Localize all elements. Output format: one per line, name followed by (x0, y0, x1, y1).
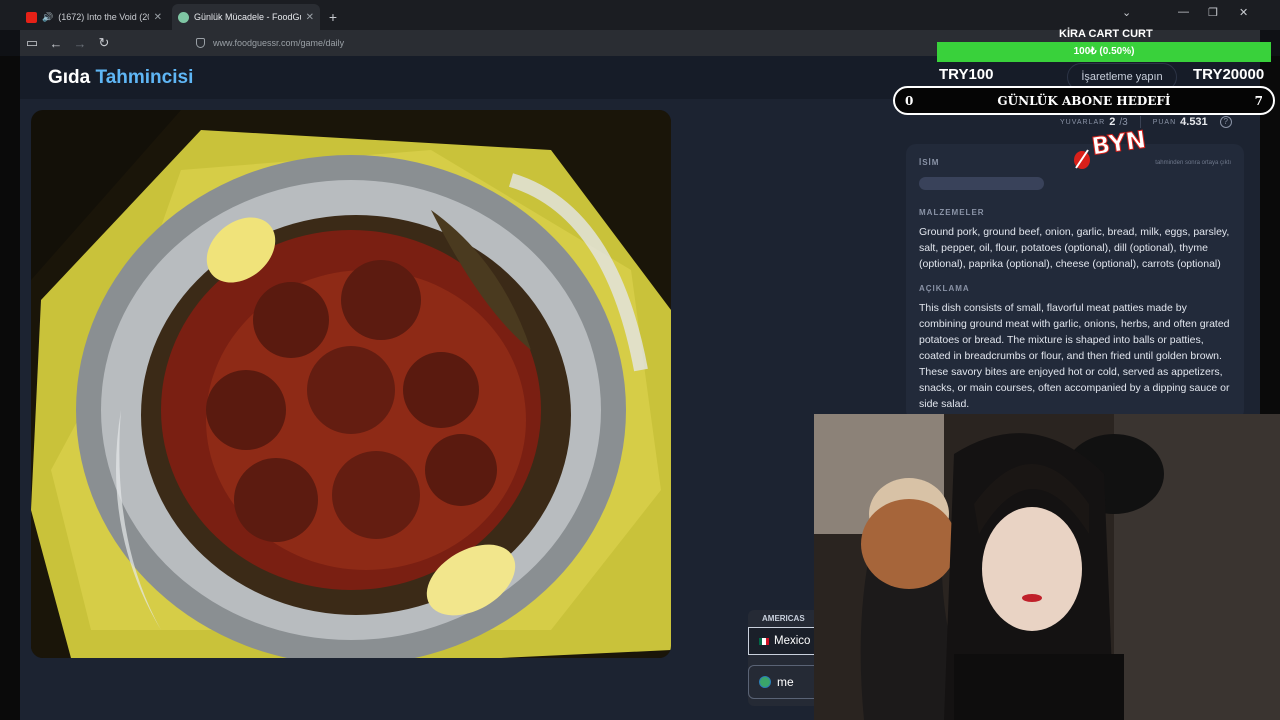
sub-goal-label: GÜNLÜK ABONE HEDEFİ (997, 93, 1171, 108)
youtube-icon (26, 11, 37, 23)
dish-photo (31, 110, 671, 658)
url-text[interactable]: www.foodguessr.com/game/daily (213, 38, 344, 48)
maximize-icon[interactable]: ❐ (1208, 6, 1218, 19)
sidebar-toggle-icon[interactable]: ▭ (20, 35, 44, 51)
foodguessr-icon (178, 11, 189, 23)
answer-label: me (777, 675, 794, 689)
forward-button[interactable]: → (68, 36, 92, 51)
score-value: 4.531 (1180, 116, 1208, 128)
rounds-label: YUVARLAR (1060, 118, 1106, 126)
tab-title: (1672) Into the Void (2009 Remaster) (58, 12, 148, 22)
webcam-image (814, 414, 1280, 720)
address-bar[interactable]: www.foodguessr.com/game/daily (196, 38, 344, 48)
close-window-icon[interactable]: ✕ (1239, 6, 1248, 19)
globe-icon (759, 676, 771, 688)
name-hint: tahminden sonra ortaya çıktı (1155, 159, 1231, 166)
score-label: PUAN (1152, 118, 1177, 126)
close-tab-icon[interactable]: ✕ (306, 12, 314, 23)
hidden-name-placeholder (919, 177, 1044, 190)
shield-icon[interactable] (196, 38, 205, 48)
region-title: AMERICAS (762, 614, 805, 623)
logo-accent: Tahmincisi (95, 67, 194, 88)
help-icon[interactable]: ? (1219, 116, 1232, 128)
ingredients-label: MALZEMELER (919, 208, 985, 217)
tab-foodguessr[interactable]: Günlük Mücadele - FoodGuessr ✕ (172, 4, 320, 30)
country-label: Mexico (774, 635, 811, 647)
mexico-flag-icon (759, 637, 769, 645)
donation-goal-title: KİRA CART CURT (1059, 28, 1153, 40)
dish-info-panel: İSİM tahminden sonra ortaya çıktı MALZEM… (906, 144, 1244, 420)
minimize-icon[interactable]: — (1178, 6, 1189, 18)
sub-goal-current: 0 (905, 93, 914, 108)
donation-min: TRY100 (939, 66, 994, 83)
browser-tab-strip: 🔊 (1672) Into the Void (2009 Remaster) ✕… (0, 0, 1280, 30)
tab-list-chevron-icon[interactable]: ⌄ (1122, 6, 1131, 19)
ingredients-text: Ground pork, ground beef, onion, garlic,… (919, 226, 1230, 270)
sub-goal-bar: 0 GÜNLÜK ABONE HEDEFİ 7 (893, 86, 1275, 115)
donation-progress-bar: 100₺ (0.50%) (937, 42, 1271, 62)
description-text: This dish consists of small, flavorful m… (919, 302, 1230, 410)
svg-text:BYN: BYN (1090, 126, 1148, 161)
description-label: AÇIKLAMA (919, 284, 970, 293)
reload-button[interactable]: ↻ (92, 35, 116, 51)
byn-logo-graphic: BYN (1074, 125, 1148, 169)
speaker-icon[interactable]: 🔊 (42, 12, 53, 23)
new-tab-button[interactable]: + (320, 4, 346, 30)
logo-main: Gıda (48, 67, 91, 88)
left-backdrop (0, 56, 20, 720)
name-label: İSİM (919, 158, 940, 167)
tab-youtube[interactable]: 🔊 (1672) Into the Void (2009 Remaster) ✕ (20, 4, 168, 30)
sub-goal-target: 7 (1254, 93, 1263, 108)
webcam-feed (814, 414, 1280, 720)
back-button[interactable]: ← (44, 36, 68, 51)
byn-logo: BYN (1072, 125, 1154, 172)
site-logo[interactable]: Gıda Tahmincisi (48, 67, 193, 89)
close-tab-icon[interactable]: ✕ (154, 12, 162, 23)
dish-image (31, 110, 671, 658)
tab-title: Günlük Mücadele - FoodGuessr (194, 12, 301, 22)
donation-max: TRY20000 (1193, 66, 1265, 83)
